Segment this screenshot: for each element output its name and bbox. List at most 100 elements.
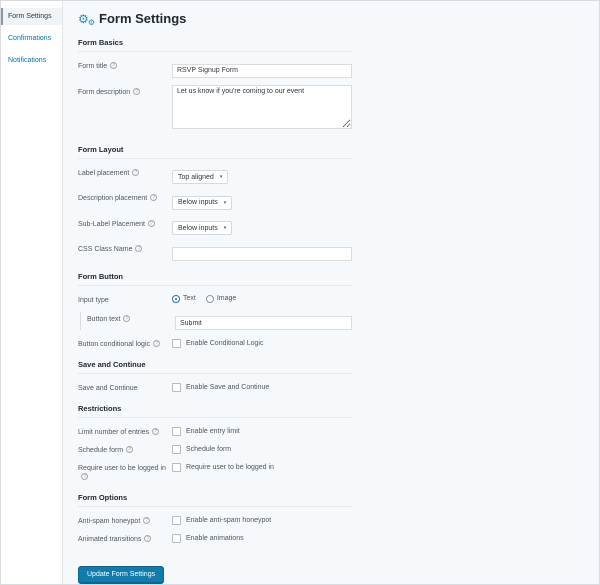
enable-conditional-logic-checkbox[interactable] bbox=[172, 339, 181, 348]
section-form-basics: Form BasicsForm title?Form description? bbox=[78, 39, 352, 134]
checkbox-label: Enable anti-spam honeypot bbox=[186, 517, 272, 524]
help-icon[interactable]: ? bbox=[123, 314, 131, 322]
row-label-text: Limit number of entries bbox=[78, 429, 150, 436]
setting-row-limit-number-of-entries: Limit number of entries? Enable entry lim… bbox=[78, 425, 352, 437]
row-control-button-text bbox=[175, 312, 352, 330]
input-type-radio-image[interactable]: Image bbox=[205, 294, 237, 303]
row-label-label-placement: Label placement? bbox=[78, 166, 172, 178]
label-placement-select[interactable]: Top aligned ▾ bbox=[172, 170, 229, 184]
row-control-css-class-name bbox=[172, 242, 352, 261]
chevron-down-icon: ▾ bbox=[223, 225, 227, 231]
help-icon[interactable]: ? bbox=[153, 340, 160, 347]
settings-content: Form BasicsForm title?Form description?F… bbox=[78, 39, 352, 544]
update-form-settings-button[interactable]: Update Form Settings bbox=[78, 566, 165, 583]
help-icon[interactable]: ? bbox=[126, 446, 134, 453]
form-title-input[interactable] bbox=[172, 63, 352, 78]
section-title-save-and-continue: Save and Continue bbox=[78, 361, 352, 374]
help-icon[interactable]: ? bbox=[150, 194, 158, 201]
row-label-save-and-continue: Save and Continue bbox=[78, 381, 172, 393]
input-type-radio-text[interactable]: Text bbox=[172, 294, 196, 303]
checkbox-label: Enable animations bbox=[186, 535, 244, 542]
enable-animations-checkbox[interactable] bbox=[172, 534, 181, 543]
help-icon[interactable]: ? bbox=[133, 87, 141, 95]
enable-anti-spam-honeypot-checkbox[interactable] bbox=[172, 516, 181, 525]
checkbox-label: Enable Conditional Logic bbox=[186, 340, 264, 347]
sub-label-placement-select[interactable]: Below inputs ▾ bbox=[172, 221, 233, 235]
setting-row-save-and-continue: Save and Continue Enable Save and Continu… bbox=[78, 381, 352, 393]
row-label-anti-spam-honeypot: Anti-spam honeypot? bbox=[78, 514, 172, 526]
row-control-form-description bbox=[172, 84, 352, 134]
checkbox-label: Require user to be logged in bbox=[186, 464, 274, 471]
setting-row-anti-spam-honeypot: Anti-spam honeypot? Enable anti-spam hone… bbox=[78, 514, 352, 526]
row-control-sub-label-placement: Below inputs ▾ bbox=[172, 217, 352, 235]
css-class-name-input[interactable] bbox=[172, 246, 352, 261]
row-control-animated-transitions: Enable animations bbox=[172, 532, 352, 544]
row-control-description-placement: Below inputs ▾ bbox=[172, 191, 352, 210]
button-text-input[interactable] bbox=[175, 316, 352, 330]
row-label-description-placement: Description placement? bbox=[78, 191, 172, 203]
section-form-button: Form Button Input type Text Image Button tex… bbox=[78, 272, 352, 350]
row-label-button-text: Button text? bbox=[87, 312, 175, 324]
row-label-require-user-to-be-logged-in: Require user to be logged in? bbox=[78, 461, 172, 482]
row-label-button-conditional-logic: Button conditional logic? bbox=[78, 337, 172, 349]
row-label-text: Schedule form bbox=[78, 447, 124, 454]
row-label-text: Button text bbox=[87, 315, 121, 323]
setting-row-button-text: Button text? bbox=[80, 311, 352, 330]
sidebar-item-notifications[interactable]: Notifications bbox=[1, 52, 62, 69]
setting-row-label-placement: Label placement? Top aligned ▾ bbox=[78, 166, 352, 184]
row-control-anti-spam-honeypot: Enable anti-spam honeypot bbox=[172, 514, 352, 526]
enable-entry-limit-checkbox[interactable] bbox=[172, 427, 181, 436]
radio-option-label: Text bbox=[183, 295, 196, 302]
row-control-button-conditional-logic: Enable Conditional Logic bbox=[172, 337, 352, 349]
page-header: ⚙ ⚙ Form Settings bbox=[78, 11, 599, 26]
form-description-textarea[interactable] bbox=[172, 84, 352, 129]
row-control-schedule-form: Schedule form bbox=[172, 443, 352, 455]
chevron-down-icon: ▾ bbox=[223, 199, 227, 206]
enable-save-and-continue-checkbox-row: Enable Save and Continue bbox=[172, 381, 352, 393]
row-label-input-type: Input type bbox=[78, 293, 172, 305]
checkbox-label: Enable Save and Continue bbox=[186, 384, 270, 391]
sidebar-item-form-settings[interactable]: Form Settings bbox=[1, 8, 62, 26]
radio-checked-icon[interactable] bbox=[172, 294, 180, 303]
row-label-text: Sub-Label Placement bbox=[78, 220, 145, 228]
row-label-text: Require user to be logged in bbox=[78, 465, 166, 472]
setting-row-input-type: Input type Text Image bbox=[78, 293, 352, 305]
row-control-input-type: Text Image bbox=[172, 293, 352, 303]
setting-row-form-description: Form description? bbox=[78, 84, 352, 134]
enable-save-and-continue-checkbox[interactable] bbox=[172, 383, 181, 392]
help-icon[interactable]: ? bbox=[110, 62, 118, 69]
setting-row-description-placement: Description placement? Below inputs ▾ bbox=[78, 191, 352, 210]
setting-row-sub-label-placement: Sub-Label Placement? Below inputs ▾ bbox=[78, 217, 352, 235]
help-icon[interactable]: ? bbox=[81, 473, 88, 480]
row-label-text: Form description bbox=[78, 88, 131, 96]
description-placement-select[interactable]: Below inputs ▾ bbox=[172, 195, 233, 210]
form-settings-page: Form Settings Confirmations Notifications … bbox=[0, 0, 600, 585]
help-icon[interactable]: ? bbox=[143, 517, 151, 524]
section-form-options: Form Options Anti-spam honeypot? Enable an… bbox=[78, 494, 352, 544]
row-label-text: Label placement bbox=[78, 169, 130, 177]
setting-row-require-user-to-be-logged-in: Require user to be logged in? Require use… bbox=[78, 461, 352, 482]
enable-animations-checkbox-row: Enable animations bbox=[172, 532, 352, 544]
radio-option-label: Image bbox=[216, 295, 237, 302]
row-label-text: Button conditional logic bbox=[78, 341, 150, 348]
row-control-limit-number-of-entries: Enable entry limit bbox=[172, 425, 352, 437]
radio-unchecked-icon[interactable] bbox=[205, 294, 214, 303]
schedule-form-checkbox[interactable] bbox=[172, 445, 181, 454]
page-title: Form Settings bbox=[99, 11, 187, 26]
settings-sidebar: Form Settings Confirmations Notifications bbox=[1, 1, 63, 584]
setting-row-schedule-form: Schedule form? Schedule form bbox=[78, 443, 352, 455]
help-icon[interactable]: ? bbox=[132, 168, 140, 176]
row-control-save-and-continue: Enable Save and Continue bbox=[172, 381, 352, 393]
sidebar-item-confirmations[interactable]: Confirmations bbox=[1, 30, 62, 47]
checkbox-label: Schedule form bbox=[186, 446, 232, 453]
row-label-text: CSS Class Name bbox=[78, 246, 133, 253]
gears-icon: ⚙ ⚙ bbox=[78, 11, 95, 27]
row-control-form-title bbox=[172, 59, 352, 78]
help-icon[interactable]: ? bbox=[152, 428, 160, 435]
row-label-form-description: Form description? bbox=[78, 85, 172, 97]
require-user-to-be-logged-in-checkbox[interactable] bbox=[172, 463, 181, 472]
section-form-layout: Form Layout Label placement? Top aligned ▾ D… bbox=[78, 145, 352, 261]
help-icon[interactable]: ? bbox=[144, 535, 152, 542]
help-icon[interactable]: ? bbox=[147, 219, 155, 227]
help-icon[interactable]: ? bbox=[135, 245, 143, 252]
